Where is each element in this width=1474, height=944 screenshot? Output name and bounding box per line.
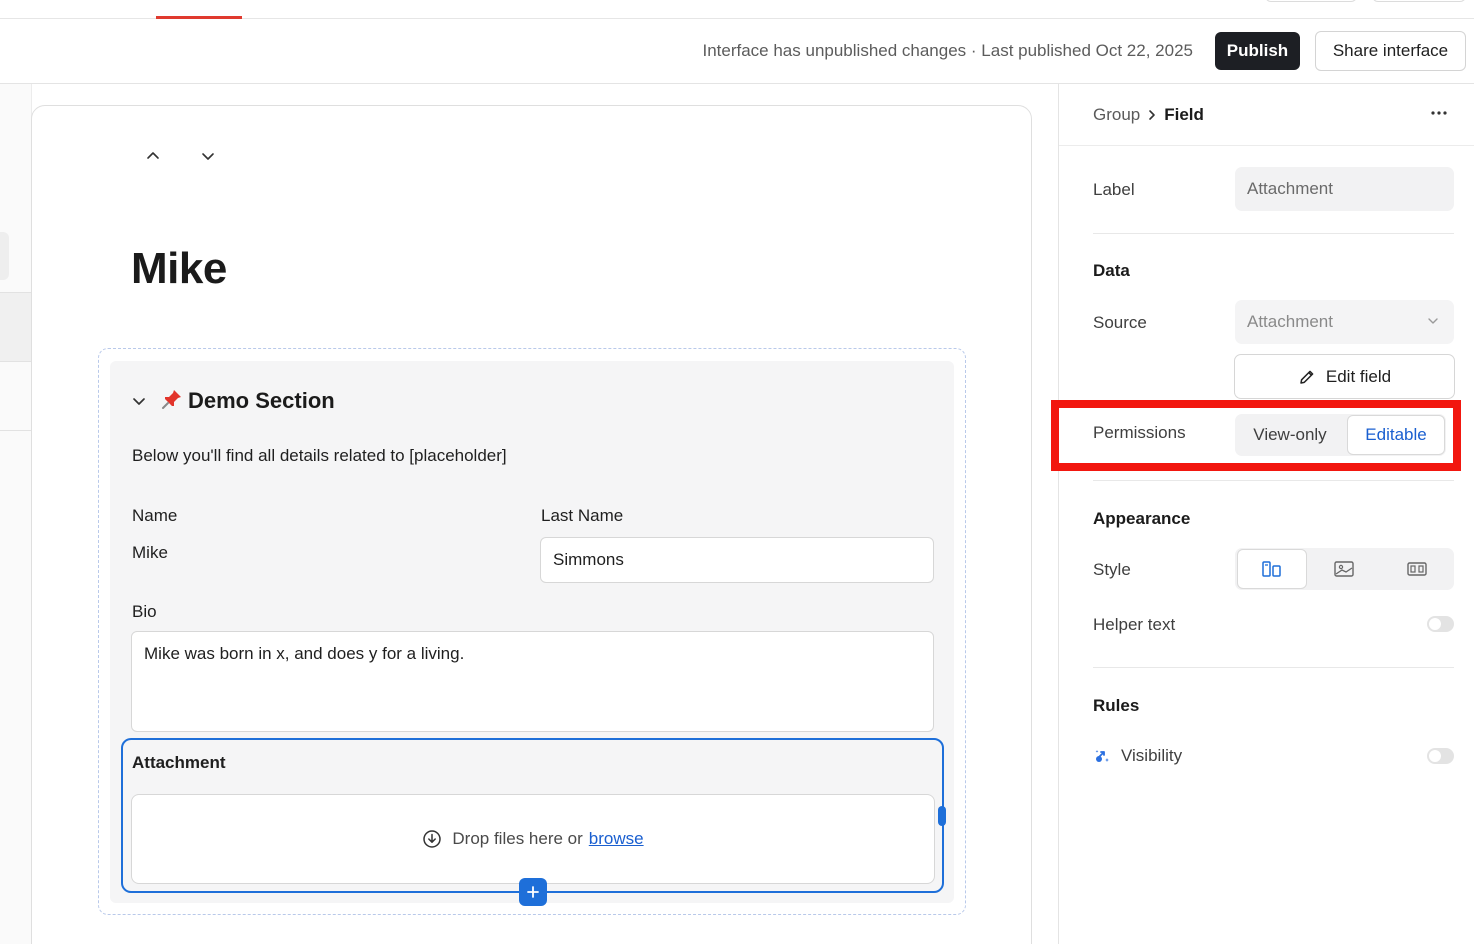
style-option-image[interactable] bbox=[1309, 548, 1379, 590]
divider bbox=[1093, 233, 1454, 234]
toggle-knob bbox=[1429, 750, 1441, 762]
sidebar-item-partial[interactable] bbox=[0, 232, 9, 280]
permissions-view-only-option[interactable]: View-only bbox=[1235, 414, 1345, 456]
style-option-gallery[interactable] bbox=[1382, 548, 1452, 590]
last-name-input[interactable]: Simmons bbox=[540, 537, 934, 583]
divider bbox=[1093, 480, 1454, 481]
image-icon bbox=[1334, 561, 1354, 577]
attachment-field-label: Attachment bbox=[132, 753, 226, 772]
resize-handle[interactable] bbox=[938, 806, 946, 826]
visibility-toggle[interactable] bbox=[1427, 748, 1454, 764]
attachment-field-selected[interactable]: Attachment Drop files here or browse bbox=[121, 738, 946, 906]
properties-panel: Group Field Label Attachment Data Source… bbox=[1051, 84, 1474, 944]
name-field-value: Mike bbox=[132, 543, 168, 562]
top-tab-strip bbox=[0, 0, 1474, 19]
record-canvas: Mike Demo Section Below you'll find all … bbox=[31, 105, 1032, 944]
add-element-button[interactable] bbox=[519, 878, 547, 906]
layout-list-icon bbox=[1262, 561, 1281, 577]
appearance-heading: Appearance bbox=[1093, 509, 1191, 528]
section-description: Below you'll find all details related to… bbox=[132, 446, 507, 465]
bio-textarea[interactable]: Mike was born in x, and does y for a liv… bbox=[131, 631, 934, 732]
permissions-label: Permissions bbox=[1093, 423, 1186, 442]
source-selected-value: Attachment bbox=[1247, 312, 1333, 331]
left-sidebar-edge bbox=[0, 84, 32, 944]
pencil-icon bbox=[1300, 370, 1314, 384]
interface-header: Interface has unpublished changes · Last… bbox=[0, 19, 1474, 84]
breadcrumb-field: Field bbox=[1164, 105, 1204, 124]
breadcrumb: Group Field bbox=[1093, 105, 1204, 125]
divider bbox=[1093, 667, 1454, 668]
gallery-icon bbox=[1407, 562, 1427, 576]
source-label: Source bbox=[1093, 313, 1147, 332]
next-record-button[interactable] bbox=[196, 144, 220, 168]
chevron-down-icon bbox=[202, 153, 214, 160]
visibility-sparkle-icon bbox=[1095, 750, 1109, 762]
visibility-label: Visibility bbox=[1121, 746, 1183, 765]
sidebar-divider bbox=[0, 430, 32, 431]
demo-section: Demo Section Below you'll find all detai… bbox=[110, 361, 954, 906]
toggle-knob bbox=[1429, 618, 1441, 630]
last-name-field-label: Last Name bbox=[541, 506, 624, 525]
properties-header: Group Field bbox=[1059, 84, 1474, 146]
file-drop-zone[interactable]: Drop files here or browse bbox=[131, 794, 935, 884]
helper-text-label: Helper text bbox=[1093, 615, 1176, 634]
source-select[interactable]: Attachment bbox=[1235, 300, 1454, 344]
section-title: Demo Section bbox=[188, 388, 335, 413]
chevron-up-icon bbox=[147, 152, 159, 159]
chevron-right-icon bbox=[1149, 110, 1156, 120]
previous-record-button[interactable] bbox=[141, 144, 165, 168]
sidebar-item-selected-partial[interactable] bbox=[0, 292, 32, 362]
style-label: Style bbox=[1093, 560, 1131, 579]
more-horizontal-icon bbox=[1431, 111, 1447, 115]
drop-files-text: Drop files here or bbox=[452, 829, 583, 848]
chevron-down-icon bbox=[1428, 318, 1438, 324]
top-toolbar-button-1[interactable] bbox=[1265, 0, 1357, 2]
edit-field-label: Edit field bbox=[1325, 366, 1392, 386]
top-toolbar-button-2[interactable] bbox=[1372, 0, 1466, 2]
collapse-chevron-icon[interactable] bbox=[130, 392, 148, 410]
name-field-label: Name bbox=[132, 506, 178, 525]
data-heading: Data bbox=[1093, 261, 1130, 280]
rules-heading: Rules bbox=[1093, 696, 1140, 715]
label-setting-label: Label bbox=[1093, 180, 1135, 199]
style-option-list[interactable] bbox=[1237, 549, 1307, 589]
browse-link[interactable]: browse bbox=[589, 829, 644, 849]
pushpin-icon bbox=[162, 390, 181, 409]
style-segmented-control bbox=[1235, 548, 1454, 590]
helper-text-toggle[interactable] bbox=[1427, 616, 1454, 632]
publish-status-text: Interface has unpublished changes · Last… bbox=[702, 41, 1193, 60]
download-circle-icon bbox=[423, 830, 442, 848]
share-interface-button[interactable]: Share interface bbox=[1315, 31, 1466, 71]
plus-icon bbox=[527, 886, 539, 898]
bio-field-label: Bio bbox=[132, 602, 157, 621]
section-container[interactable]: Demo Section Below you'll find all detai… bbox=[98, 348, 966, 915]
label-input[interactable]: Attachment bbox=[1235, 167, 1454, 211]
publish-button[interactable]: Publish bbox=[1215, 32, 1300, 70]
more-options-button[interactable] bbox=[1427, 104, 1451, 124]
visibility-row: Visibility bbox=[1093, 746, 1182, 766]
record-title: Mike bbox=[131, 244, 227, 293]
permissions-editable-option[interactable]: Editable bbox=[1347, 415, 1445, 455]
permissions-segmented-control: View-only Editable bbox=[1235, 414, 1446, 456]
breadcrumb-group[interactable]: Group bbox=[1093, 105, 1140, 125]
edit-field-button[interactable]: Edit field bbox=[1234, 354, 1455, 399]
